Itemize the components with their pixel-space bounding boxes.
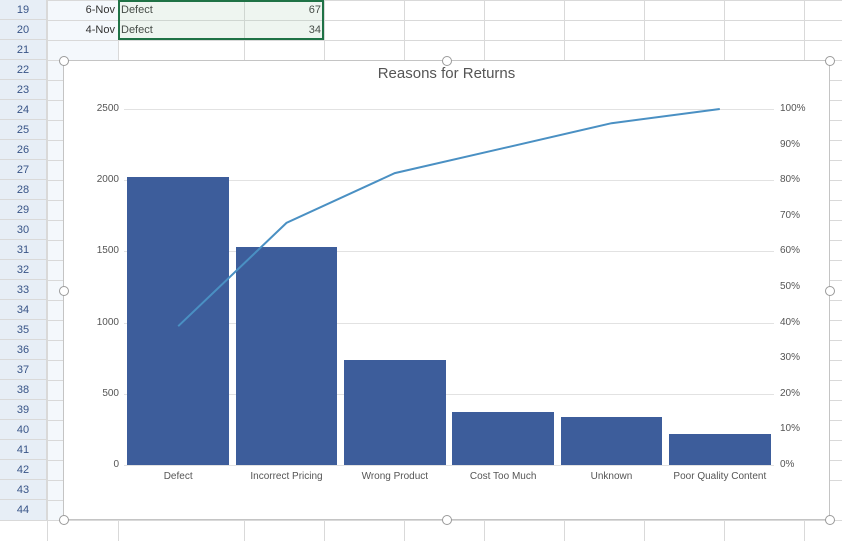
cell-A20[interactable]: 4-Nov xyxy=(47,20,118,40)
row-header[interactable]: 32 xyxy=(0,260,47,280)
y-tick-label: 1500 xyxy=(79,245,119,256)
y-tick-label: 0 xyxy=(79,459,119,470)
y-tick-label: 2500 xyxy=(79,103,119,114)
y2-tick-label: 90% xyxy=(780,139,816,150)
row-header[interactable]: 36 xyxy=(0,340,47,360)
row-header[interactable]: 29 xyxy=(0,200,47,220)
row-header[interactable]: 25 xyxy=(0,120,47,140)
y2-tick-label: 100% xyxy=(780,103,816,114)
chart-resize-handle-bl[interactable] xyxy=(59,515,69,525)
row-header[interactable]: 28 xyxy=(0,180,47,200)
row-header[interactable]: 44 xyxy=(0,500,47,521)
row-header[interactable]: 22 xyxy=(0,60,47,80)
y2-tick-label: 70% xyxy=(780,210,816,221)
row-header[interactable]: 42 xyxy=(0,460,47,480)
row-header[interactable]: 33 xyxy=(0,280,47,300)
y2-tick-label: 20% xyxy=(780,388,816,399)
y2-tick-label: 40% xyxy=(780,317,816,328)
row-header[interactable]: 30 xyxy=(0,220,47,240)
row-header[interactable]: 39 xyxy=(0,400,47,420)
row-header[interactable]: 23 xyxy=(0,80,47,100)
chart-resize-handle-r[interactable] xyxy=(825,286,835,296)
y2-tick-label: 50% xyxy=(780,281,816,292)
cell-B19[interactable]: Defect xyxy=(118,0,244,20)
y2-tick-label: 0% xyxy=(780,459,816,470)
cell-B20[interactable]: Defect xyxy=(118,20,244,40)
row-headers: 1920212223242526272829303132333435363738… xyxy=(0,0,47,521)
cell-A19[interactable]: 6-Nov xyxy=(47,0,118,20)
row-header[interactable]: 31 xyxy=(0,240,47,260)
row-header[interactable]: 35 xyxy=(0,320,47,340)
row-header[interactable]: 20 xyxy=(0,20,47,40)
chart-plot-area: 050010001500200025000%10%20%30%40%50%60%… xyxy=(124,99,774,489)
y-tick-label: 500 xyxy=(79,388,119,399)
row-header[interactable]: 24 xyxy=(0,100,47,120)
row-header[interactable]: 27 xyxy=(0,160,47,180)
chart-resize-handle-l[interactable] xyxy=(59,286,69,296)
row-header[interactable]: 26 xyxy=(0,140,47,160)
row-header[interactable]: 38 xyxy=(0,380,47,400)
chart-resize-handle-b[interactable] xyxy=(442,515,452,525)
row-header[interactable]: 34 xyxy=(0,300,47,320)
chart-title[interactable]: Reasons for Returns xyxy=(64,65,829,82)
y2-tick-label: 80% xyxy=(780,174,816,185)
row-header[interactable]: 19 xyxy=(0,0,47,20)
row-header[interactable]: 21 xyxy=(0,40,47,60)
y-tick-label: 2000 xyxy=(79,174,119,185)
y2-tick-label: 60% xyxy=(780,245,816,256)
row-header[interactable]: 37 xyxy=(0,360,47,380)
cell-C19[interactable]: 67 xyxy=(244,0,324,20)
embedded-chart-object[interactable]: Reasons for Returns 05001000150020002500… xyxy=(63,60,830,520)
y2-tick-label: 30% xyxy=(780,352,816,363)
chart-resize-handle-br[interactable] xyxy=(825,515,835,525)
row-header[interactable]: 43 xyxy=(0,480,47,500)
cell-C20[interactable]: 34 xyxy=(244,20,324,40)
y2-tick-label: 10% xyxy=(780,423,816,434)
row-header[interactable]: 41 xyxy=(0,440,47,460)
spreadsheet-area: 1920212223242526272829303132333435363738… xyxy=(0,0,842,541)
pareto-line xyxy=(124,99,774,489)
row-header[interactable]: 40 xyxy=(0,420,47,440)
y-tick-label: 1000 xyxy=(79,317,119,328)
